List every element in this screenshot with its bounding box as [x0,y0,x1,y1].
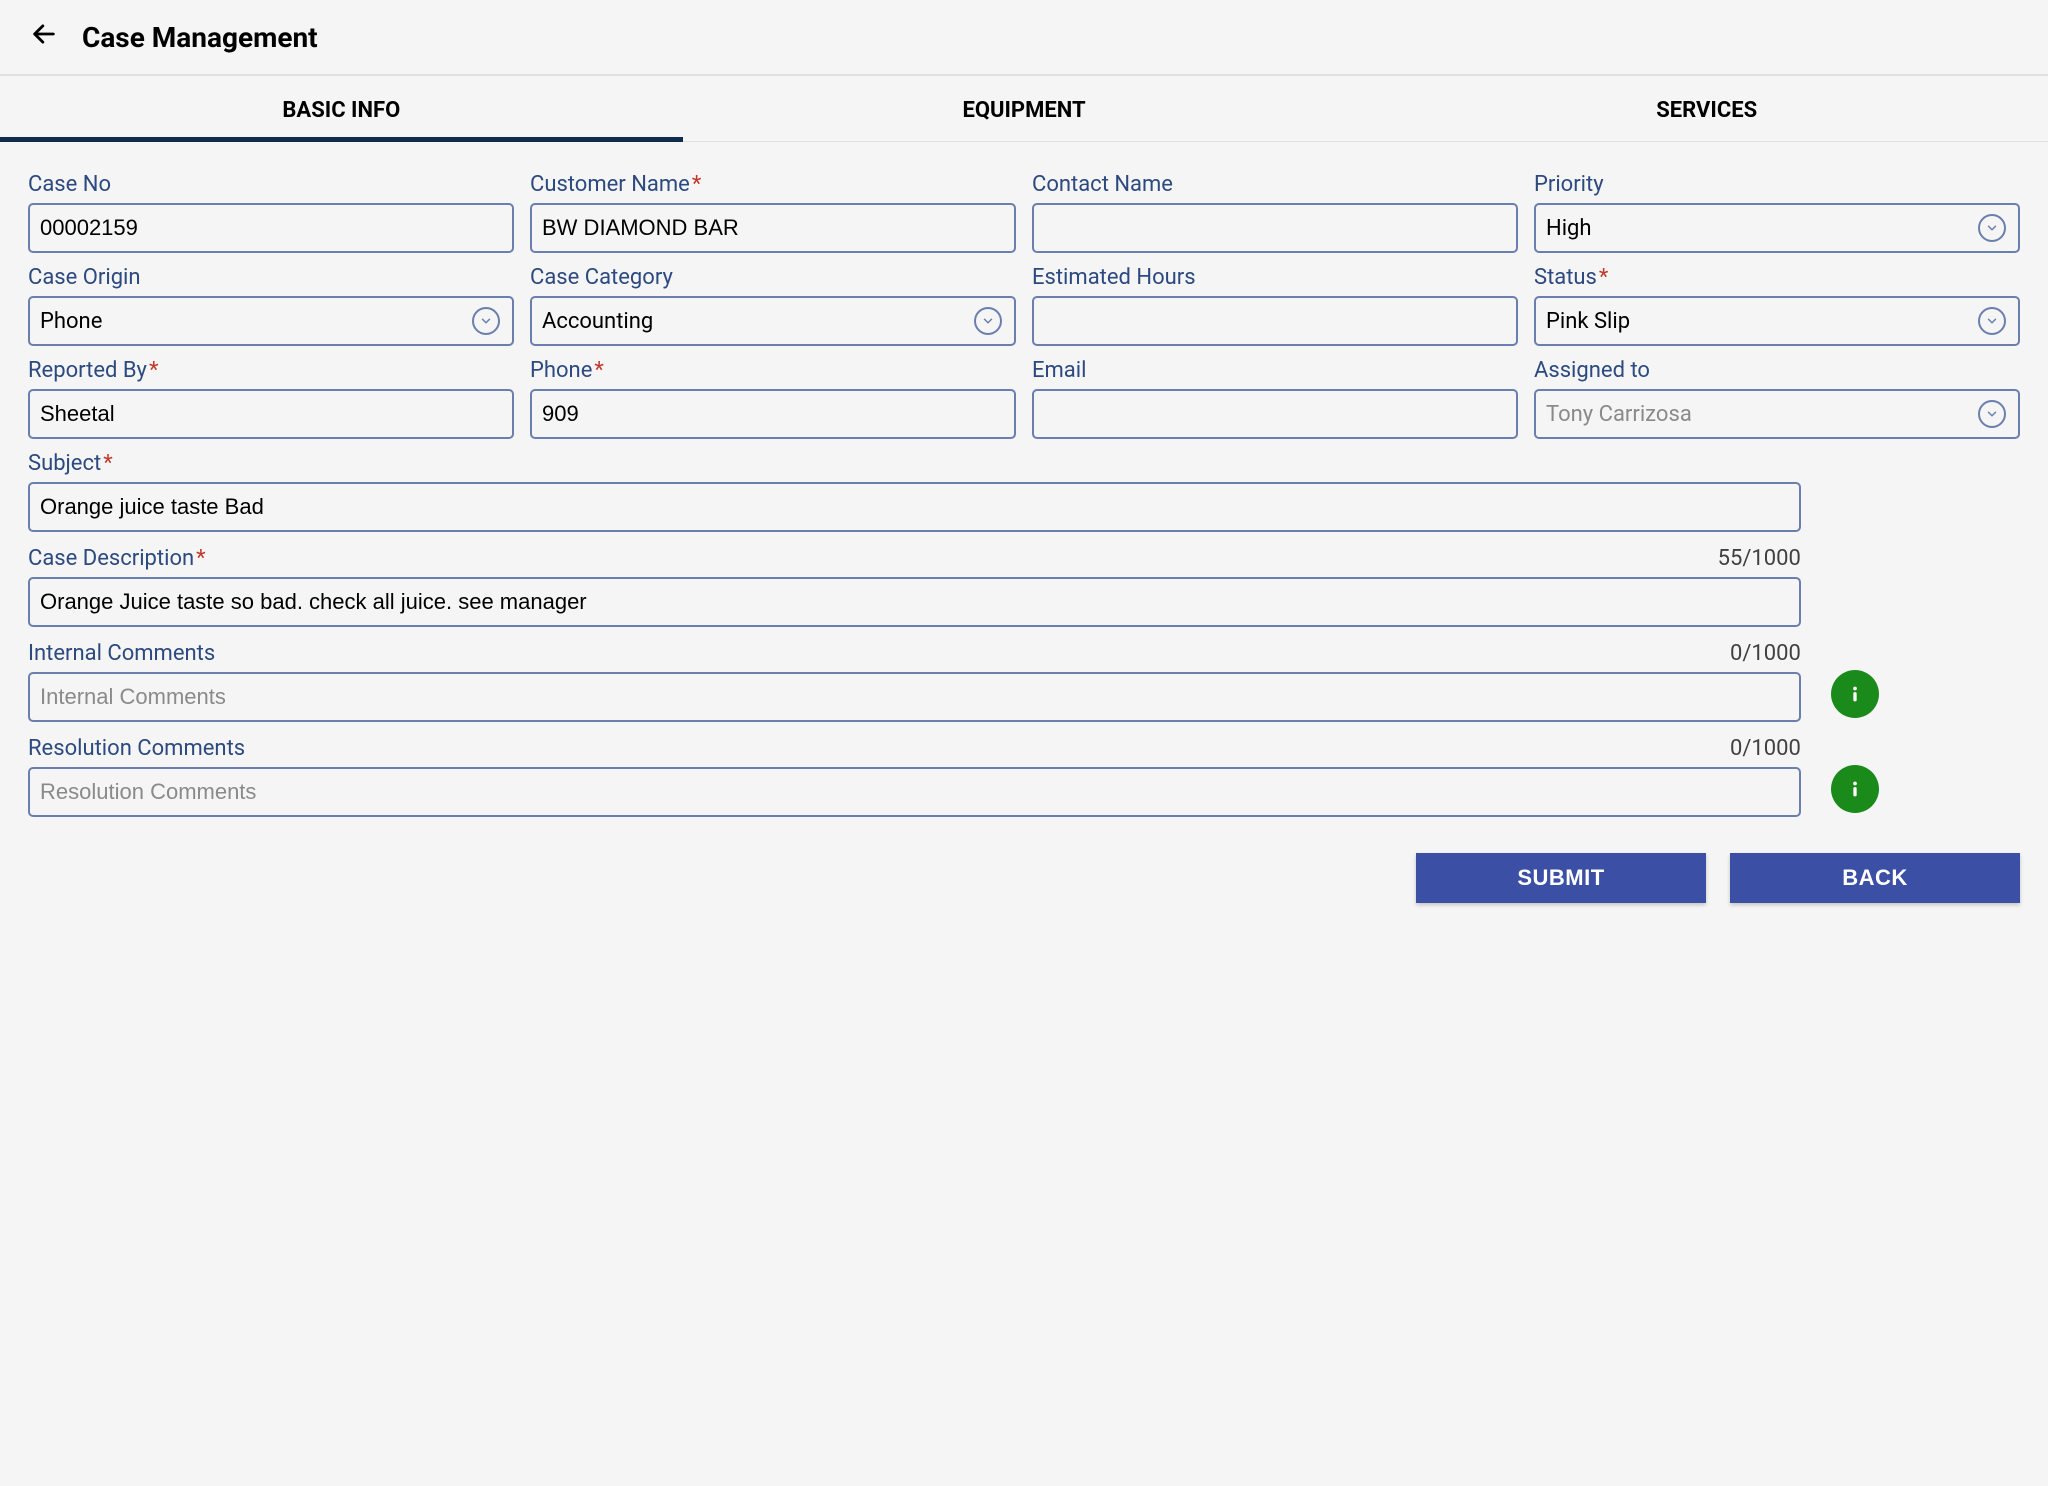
case-no-field: Case No [28,172,514,253]
case-category-select[interactable]: Accounting [530,296,1016,346]
customer-name-input[interactable] [530,203,1016,253]
estimated-hours-field: Estimated Hours [1032,265,1518,346]
contact-name-label: Contact Name [1032,172,1518,197]
assigned-to-label: Assigned to [1534,358,2020,383]
tab-equipment[interactable]: EQUIPMENT [683,76,1366,141]
email-input[interactable] [1032,389,1518,439]
subject-input[interactable] [28,482,1801,532]
chevron-down-icon [1978,400,2006,428]
reported-by-input[interactable] [28,389,514,439]
email-label: Email [1032,358,1518,383]
priority-value: High [1546,216,1978,241]
internal-comments-label: Internal Comments [28,641,215,666]
resolution-comments-input[interactable] [28,767,1801,817]
internal-comments-counter: 0/1000 [1730,641,1801,666]
customer-name-label: Customer Name* [530,172,1016,197]
email-field: Email [1032,358,1518,439]
customer-name-field: Customer Name* [530,172,1016,253]
contact-name-input[interactable] [1032,203,1518,253]
internal-comments-field: Internal Comments 0/1000 [28,641,1801,722]
tab-services[interactable]: SERVICES [1365,76,2048,141]
info-icon[interactable] [1831,765,1879,813]
tab-label: SERVICES [1656,98,1757,123]
case-category-label: Case Category [530,265,1016,290]
reported-by-label: Reported By* [28,358,514,383]
case-category-value: Accounting [542,309,974,334]
chevron-down-icon [472,307,500,335]
tab-label: BASIC INFO [282,98,400,123]
page-title: Case Management [82,21,318,54]
case-category-field: Case Category Accounting [530,265,1016,346]
status-select[interactable]: Pink Slip [1534,296,2020,346]
chevron-down-icon [1978,307,2006,335]
subject-field: Subject* [28,451,1801,532]
status-label: Status* [1534,265,2020,290]
back-button[interactable]: BACK [1730,853,2020,903]
case-description-field: Case Description* 55/1000 [28,546,1801,627]
case-origin-value: Phone [40,309,472,334]
subject-label: Subject* [28,451,1801,476]
info-icon[interactable] [1831,670,1879,718]
tab-label: EQUIPMENT [962,98,1085,123]
status-field: Status* Pink Slip [1534,265,2020,346]
tab-basic-info[interactable]: BASIC INFO [0,76,683,141]
internal-comments-input[interactable] [28,672,1801,722]
assigned-to-field: Assigned to Tony Carrizosa [1534,358,2020,439]
header: Case Management [0,0,2048,76]
priority-field: Priority High [1534,172,2020,253]
resolution-comments-counter: 0/1000 [1730,736,1801,761]
tabs: BASIC INFO EQUIPMENT SERVICES [0,76,2048,142]
form-body: Case No Customer Name* Contact Name Prio… [0,142,2048,943]
estimated-hours-label: Estimated Hours [1032,265,1518,290]
chevron-down-icon [974,307,1002,335]
case-description-input[interactable] [28,577,1801,627]
case-no-label: Case No [28,172,514,197]
case-origin-select[interactable]: Phone [28,296,514,346]
reported-by-field: Reported By* [28,358,514,439]
assigned-to-select[interactable]: Tony Carrizosa [1534,389,2020,439]
back-arrow-icon[interactable] [30,20,58,54]
assigned-to-value: Tony Carrizosa [1546,402,1978,427]
case-description-label: Case Description* [28,546,206,571]
contact-name-field: Contact Name [1032,172,1518,253]
case-no-input[interactable] [28,203,514,253]
priority-label: Priority [1534,172,2020,197]
status-value: Pink Slip [1546,309,1978,334]
resolution-comments-field: Resolution Comments 0/1000 [28,736,1801,817]
submit-button[interactable]: SUBMIT [1416,853,1706,903]
phone-label: Phone* [530,358,1016,383]
phone-field: Phone* [530,358,1016,439]
resolution-comments-label: Resolution Comments [28,736,245,761]
case-description-counter: 55/1000 [1718,546,1801,571]
priority-select[interactable]: High [1534,203,2020,253]
button-row: SUBMIT BACK [28,853,2020,903]
chevron-down-icon [1978,214,2006,242]
phone-input[interactable] [530,389,1016,439]
case-origin-label: Case Origin [28,265,514,290]
case-origin-field: Case Origin Phone [28,265,514,346]
estimated-hours-input[interactable] [1032,296,1518,346]
